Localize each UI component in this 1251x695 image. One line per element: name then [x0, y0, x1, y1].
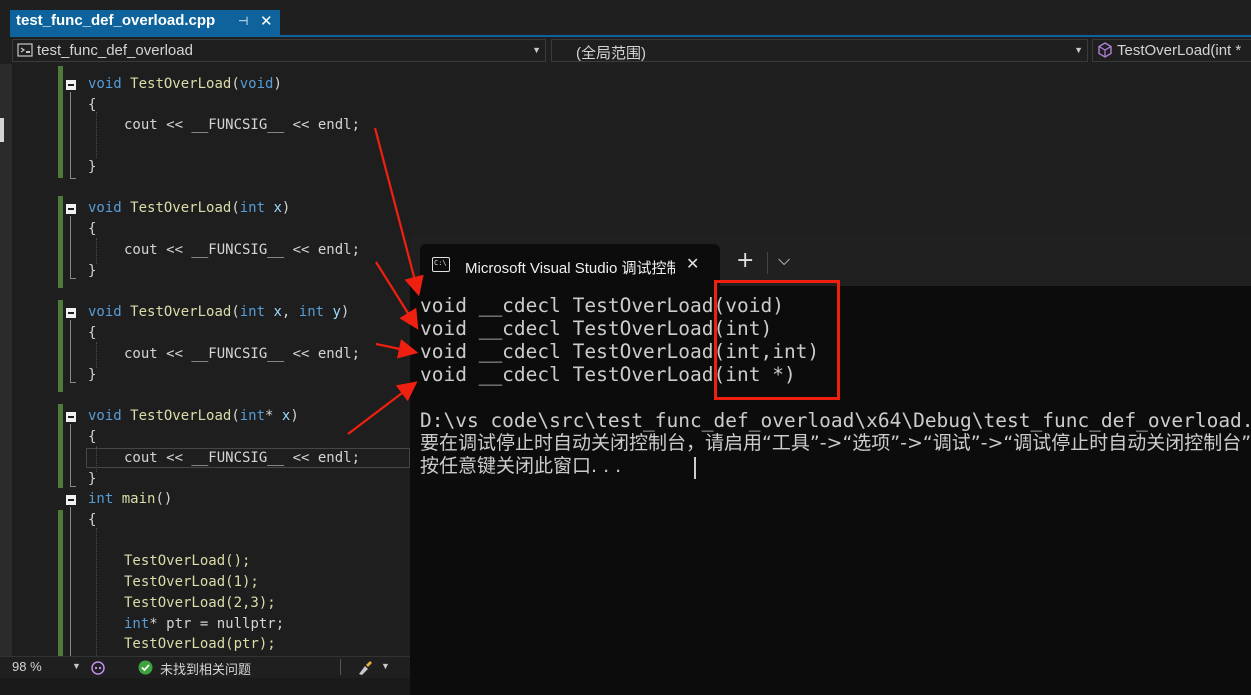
- annotation-arrow: [373, 127, 424, 297]
- annotation-arrow: [375, 339, 419, 359]
- annotation-arrows: [347, 127, 424, 435]
- annotation-arrow: [347, 381, 418, 435]
- annotation-arrow: [375, 261, 419, 330]
